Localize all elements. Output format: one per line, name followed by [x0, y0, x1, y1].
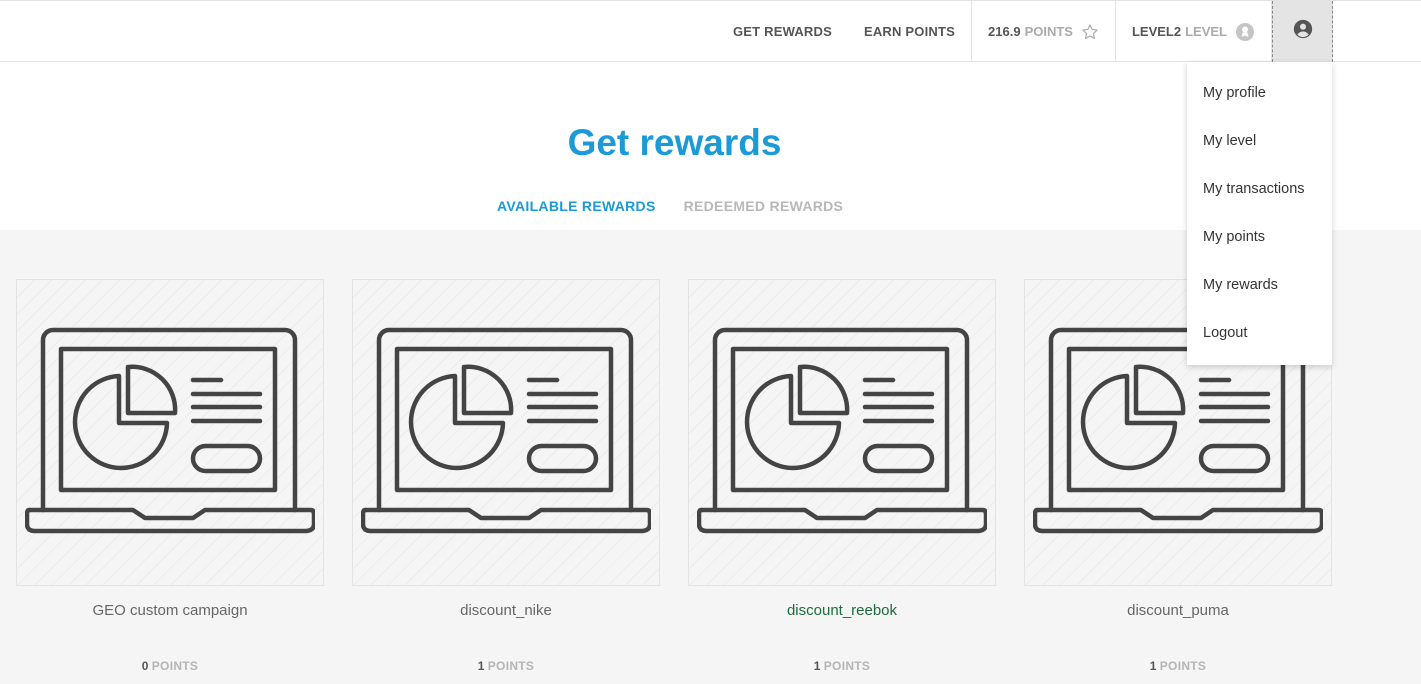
points-value: 216.9: [988, 24, 1021, 39]
reward-points-value: 1: [813, 659, 821, 673]
level-unit: LEVEL: [1185, 24, 1227, 39]
points-unit: POINTS: [1024, 24, 1073, 39]
nav-links: GET REWARDS EARN POINTS 216.9 POINTS LEV…: [717, 1, 1272, 62]
menu-my-level[interactable]: My level: [1187, 117, 1332, 165]
reward-image[interactable]: [16, 279, 324, 586]
nav-earn-points[interactable]: EARN POINTS: [848, 1, 971, 62]
star-icon: [1081, 23, 1099, 41]
reward-points-unit: POINTS: [823, 659, 871, 673]
reward-name[interactable]: discount_puma: [1024, 602, 1332, 619]
tab-available-rewards[interactable]: AVAILABLE REWARDS: [497, 198, 656, 214]
reward-name[interactable]: discount_nike: [352, 602, 660, 619]
reward-points: 0 POINTS: [16, 659, 324, 673]
laptop-dashboard-icon: [360, 325, 653, 540]
menu-my-transactions[interactable]: My transactions: [1187, 165, 1332, 213]
reward-points-unit: POINTS: [151, 659, 199, 673]
reward-points-unit: POINTS: [487, 659, 535, 673]
user-avatar-icon: [1292, 18, 1314, 45]
menu-logout[interactable]: Logout: [1187, 309, 1332, 357]
menu-my-profile[interactable]: My profile: [1187, 69, 1332, 117]
reward-points-value: 0: [141, 659, 149, 673]
reward-card[interactable]: discount_reebok 1 POINTS: [688, 279, 996, 673]
laptop-dashboard-icon: [696, 325, 989, 540]
reward-name[interactable]: discount_reebok: [688, 602, 996, 619]
page-title: Get rewards: [567, 122, 782, 163]
reward-points: 1 POINTS: [1024, 659, 1332, 673]
top-navbar: GET REWARDS EARN POINTS 216.9 POINTS LEV…: [0, 0, 1421, 62]
reward-points-value: 1: [477, 659, 485, 673]
reward-points-unit: POINTS: [1159, 659, 1207, 673]
reward-name[interactable]: GEO custom campaign: [16, 602, 324, 619]
reward-points: 1 POINTS: [688, 659, 996, 673]
user-dropdown-menu: My profile My level My transactions My p…: [1187, 62, 1332, 365]
menu-my-rewards[interactable]: My rewards: [1187, 261, 1332, 309]
tab-redeemed-rewards[interactable]: REDEEMED REWARDS: [684, 198, 844, 214]
level-indicator[interactable]: LEVEL2 LEVEL: [1116, 1, 1271, 62]
nav-get-rewards[interactable]: GET REWARDS: [717, 1, 848, 62]
level-value: LEVEL2: [1131, 24, 1182, 39]
points-indicator[interactable]: 216.9 POINTS: [972, 1, 1115, 62]
level-badge-icon: [1235, 22, 1255, 42]
reward-image[interactable]: [688, 279, 996, 586]
reward-points-value: 1: [1149, 659, 1157, 673]
menu-my-points[interactable]: My points: [1187, 213, 1332, 261]
reward-points: 1 POINTS: [352, 659, 660, 673]
reward-image[interactable]: [352, 279, 660, 586]
reward-card[interactable]: GEO custom campaign 0 POINTS: [16, 279, 324, 673]
reward-card[interactable]: discount_nike 1 POINTS: [352, 279, 660, 673]
rewards-tabs: AVAILABLE REWARDS REDEEMED REWARDS: [497, 198, 843, 214]
user-menu-button[interactable]: [1272, 1, 1333, 62]
laptop-dashboard-icon: [24, 325, 317, 540]
